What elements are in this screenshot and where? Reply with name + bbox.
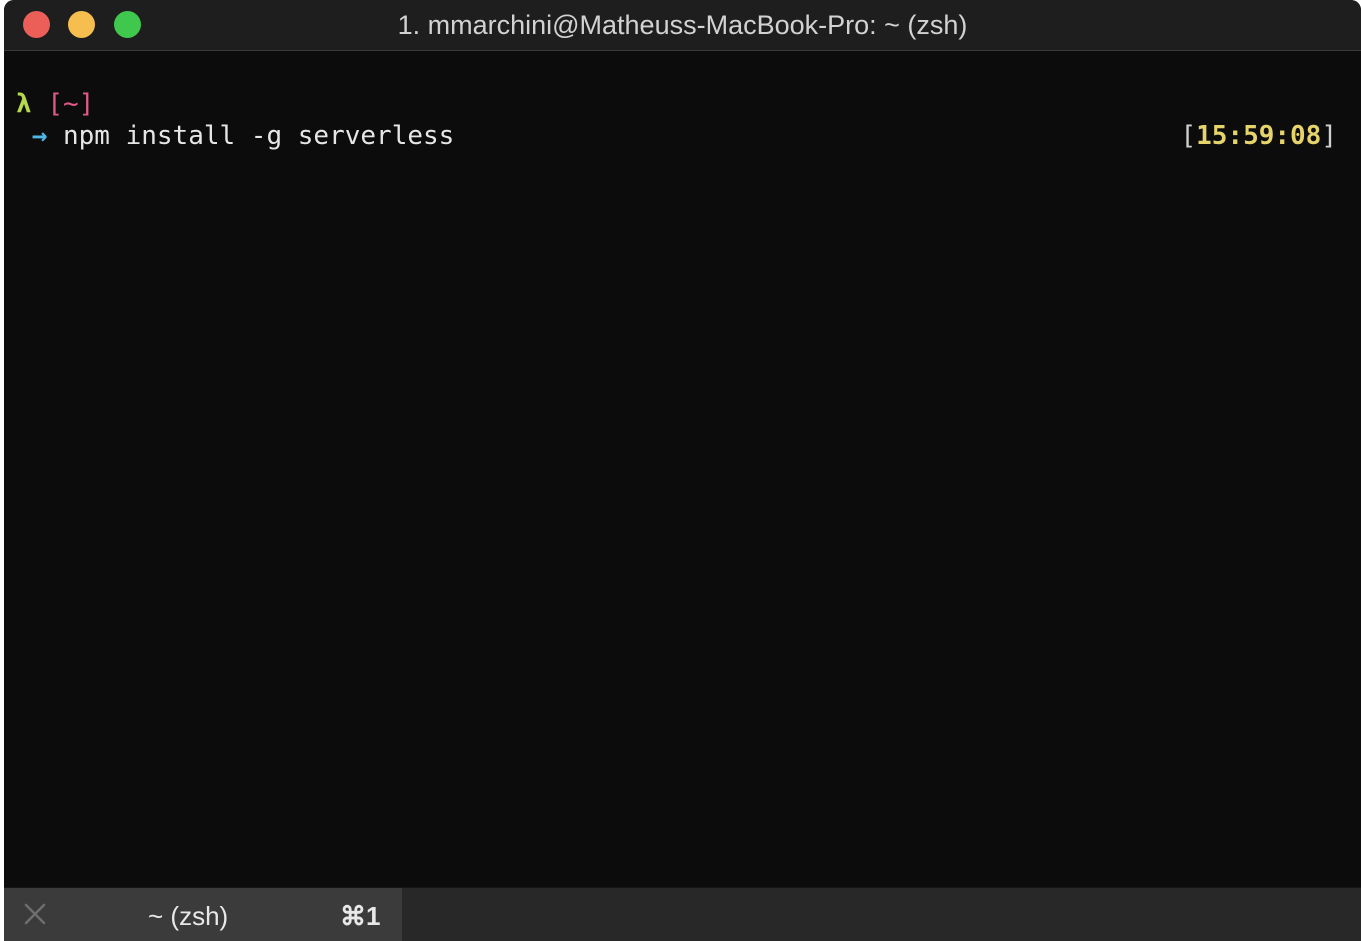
prompt-lambda: λ (16, 89, 32, 119)
command-line: → npm install -g serverless (16, 120, 455, 152)
command-text: npm install -g serverless (62, 121, 455, 151)
clock-close-bracket: ] (1321, 121, 1337, 151)
minimize-window-button[interactable] (68, 11, 95, 38)
clock-open-bracket: [ (1180, 121, 1197, 151)
tab-zsh[interactable]: ~ (zsh) ⌘1 (4, 888, 402, 941)
cwd-path: ~ (62, 89, 79, 119)
terminal-window: 1. mmarchini@Matheuss-MacBook-Pro: ~ (zs… (4, 0, 1361, 941)
zoom-window-button[interactable] (114, 11, 141, 38)
tab-bar: ~ (zsh) ⌘1 (4, 887, 1361, 941)
cwd-close-bracket: ] (78, 89, 95, 119)
clock-time: 15:59:08 (1196, 121, 1322, 151)
prompt-line: λ [~] (16, 88, 94, 120)
tab-shortcut: ⌘1 (340, 901, 381, 931)
prompt-clock: [15:59:08] (1180, 120, 1337, 152)
cwd-open-bracket: [ (47, 89, 63, 119)
prompt-arrow-icon: → (31, 121, 48, 151)
close-window-button[interactable] (23, 11, 50, 38)
terminal-output[interactable]: λ [~] → npm install -g serverless [15:59… (4, 51, 1361, 887)
tab-label: ~ (zsh) (148, 901, 229, 931)
window-title: 1. mmarchini@Matheuss-MacBook-Pro: ~ (zs… (397, 10, 968, 40)
title-bar[interactable]: 1. mmarchini@Matheuss-MacBook-Pro: ~ (zs… (4, 0, 1361, 51)
close-tab-icon[interactable] (22, 901, 48, 927)
